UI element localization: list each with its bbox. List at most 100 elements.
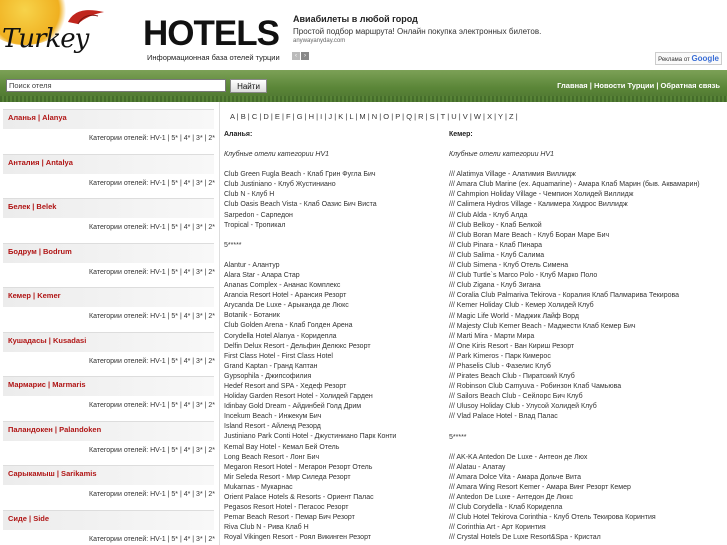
hotel-link[interactable]: /// Club Hotel Tekirova Corinthia - Клуб… — [449, 513, 727, 523]
hotel-link[interactable]: Ananas Complex - Ананас Комплекс — [224, 281, 446, 291]
region-link[interactable]: Анталия | Antalya — [8, 158, 73, 167]
hotel-link[interactable]: /// Calimera Hydros Village - Калимера Х… — [449, 200, 727, 210]
region-link[interactable]: Мармарис | Marmaris — [8, 380, 86, 389]
hotel-link[interactable]: /// Majesty Club Kemer Beach - Маджести … — [449, 322, 727, 332]
region-link[interactable]: Сарыкамыш | Sarikamis — [8, 469, 97, 478]
hotel-link[interactable]: First Class Hotel - First Class Hotel — [224, 352, 446, 362]
region-categories[interactable]: Категории отелей: HV-1 | 5* | 4* | 3* | … — [89, 180, 215, 187]
hotel-link[interactable]: Club N - Клуб Н — [224, 190, 446, 200]
region-link[interactable]: Сиде | Side — [8, 514, 49, 523]
region-link[interactable]: Белек | Belek — [8, 202, 56, 211]
nav-home-link[interactable]: Главная — [557, 81, 588, 90]
hotel-link[interactable]: Tropical - Тропикал — [224, 221, 446, 231]
hotel-link[interactable]: Arycanda De Luxe - Арыканда де Люкс — [224, 301, 446, 311]
region-link[interactable]: Кушадасы | Kusadasi — [8, 336, 86, 345]
hotel-link[interactable]: Justiniano Park Conti Hotel - Джустиниан… — [224, 432, 446, 442]
hotel-link[interactable]: /// Kemer Holiday Club - Кемер Холидей К… — [449, 301, 727, 311]
region-categories[interactable]: Категории отелей: HV-1 | 5* | 4* | 3* | … — [89, 536, 215, 543]
search-button[interactable]: Найти — [230, 79, 267, 93]
hotel-link[interactable]: /// Phaselis Club - Фазелис Клуб — [449, 362, 727, 372]
hotel-link[interactable]: Mukarnas - Мукарнас — [224, 483, 446, 493]
hotel-link[interactable]: /// Magic Life World - Маджик Лайф Ворд — [449, 312, 727, 322]
hotel-link[interactable]: Megaron Resort Hotel - Мегарон Резорт От… — [224, 463, 446, 473]
hotel-link[interactable]: Long Beach Resort - Лонг Бич — [224, 453, 446, 463]
hotel-link[interactable]: Royal Vikingen Resort - Роял Викинген Ре… — [224, 533, 446, 543]
alphabet-index[interactable]: A | B | C | D | E | F | G | H | I | J | … — [230, 112, 518, 121]
search-input[interactable] — [6, 79, 226, 92]
hotel-link[interactable]: /// Sailors Beach Club - Сейлорс Бич Клу… — [449, 392, 727, 402]
hotel-link[interactable]: Idinbay Gold Dream - Айдинбей Голд Дрим — [224, 402, 446, 412]
hotel-link[interactable]: /// Pirates Beach Club - Пиратский Клуб — [449, 372, 727, 382]
hotel-link[interactable]: /// Club Belkoy - Клаб Белкой — [449, 221, 727, 231]
hotel-link[interactable]: Alantur - Алантур — [224, 261, 446, 271]
hotel-link[interactable]: /// One Kiris Resort - Ван Кириш Резорт — [449, 342, 727, 352]
hotel-link[interactable]: Delfin Delux Resort - Дельфин Делюкс Рез… — [224, 342, 446, 352]
hotel-link[interactable]: Club Oasis Beach Vista - Клаб Оазис Бич … — [224, 200, 446, 210]
site-logo[interactable]: Turkey HOTELS Информационная база отелей… — [0, 0, 285, 70]
region-link[interactable]: Аланья | Alanya — [8, 113, 67, 122]
hotel-link[interactable]: Hedef Resort and SPA - Хедеф Резорт — [224, 382, 446, 392]
hotel-link[interactable]: /// Club Simena - Клуб Отель Симена — [449, 261, 727, 271]
hotel-link[interactable]: /// Club Turtle`s Marco Polo - Клуб Марк… — [449, 271, 727, 281]
hotel-link[interactable]: Kemal Bay Hotel - Кемал Бей Отель — [224, 443, 446, 453]
region-categories[interactable]: Категории отелей: HV-1 | 5* | 4* | 3* | … — [89, 224, 215, 231]
region-link[interactable]: Кемер | Kemer — [8, 291, 61, 300]
hotel-link[interactable]: Incekum Beach - Инжекум Бич — [224, 412, 446, 422]
region-categories[interactable]: Категории отелей: HV-1 | 5* | 4* | 3* | … — [89, 491, 215, 498]
region-categories[interactable]: Категории отелей: HV-1 | 5* | 4* | 3* | … — [89, 313, 215, 320]
hotel-link[interactable]: /// Club Alda - Клуб Алда — [449, 211, 727, 221]
hotel-link[interactable]: /// Amara Dolce Vita - Амара Дольче Вита — [449, 473, 727, 483]
hotel-link[interactable]: Holiday Garden Resort Hotel - Холидей Га… — [224, 392, 446, 402]
ad-next-button[interactable]: › — [301, 52, 309, 60]
ads-by-google[interactable]: Реклама от Google — [655, 52, 722, 65]
hotel-link[interactable]: /// Amara Wing Resort Kemer - Амара Винг… — [449, 483, 727, 493]
hotel-link[interactable]: /// Club Corydella - Клаб Коридепла — [449, 503, 727, 513]
hotel-link[interactable]: Island Resort - Айленд Резорд — [224, 422, 446, 432]
hotel-link[interactable]: Alara Star - Алара Стар — [224, 271, 446, 281]
hotel-link[interactable]: /// Corinthia Art - Арт Коринтия — [449, 523, 727, 533]
hotel-link[interactable]: /// Antedon De Luxe - Антедон Де Люкс — [449, 493, 727, 503]
region-categories[interactable]: Категории отелей: HV-1 | 5* | 4* | 3* | … — [89, 269, 215, 276]
region-categories[interactable]: Категории отелей: HV-1 | 5* | 4* | 3* | … — [89, 402, 215, 409]
hotel-link[interactable]: /// Marti Mira - Марти Мира — [449, 332, 727, 342]
hotel-link[interactable]: /// AK-KA Antedon De Luxe - Антеон де Лю… — [449, 453, 727, 463]
hotel-link[interactable]: /// Club Salima - Клуб Салима — [449, 251, 727, 261]
hotel-link[interactable]: /// Robinson Club Camyuva - Робинзон Кла… — [449, 382, 727, 392]
hotel-link[interactable]: /// Club Boran Mare Beach - Клуб Боран М… — [449, 231, 727, 241]
nav-news-link[interactable]: Новости Турции — [594, 81, 654, 90]
hotel-link[interactable]: /// Vlad Palace Hotel - Влад Палас — [449, 412, 727, 422]
hotel-link[interactable]: Club Green Fugla Beach - Клаб Грин Фугла… — [224, 170, 446, 180]
hotel-link[interactable]: Arancia Resort Hotel - Арансия Резорт — [224, 291, 446, 301]
hotel-link[interactable]: /// Cahmpion Holiday Village - Чемпион Х… — [449, 190, 727, 200]
ad-prev-button[interactable]: ‹ — [292, 52, 300, 60]
hotel-link[interactable]: Botanik - Ботаник — [224, 311, 446, 321]
hotel-link[interactable]: Sarpedon - Сарпедон — [224, 211, 446, 221]
hotel-link[interactable]: Gypsophila - Джипсофилия — [224, 372, 446, 382]
region-link[interactable]: Бодрум | Bodrum — [8, 247, 72, 256]
nav-feedback-link[interactable]: Обратная связь — [661, 81, 720, 90]
hotel-link[interactable]: /// Club Pinara - Клаб Пинара — [449, 241, 727, 251]
region-link[interactable]: Паландокен | Palandoken — [8, 425, 101, 434]
hotel-link[interactable]: Pegasos Resort Hotel - Пегасос Резорт — [224, 503, 446, 513]
hotel-link[interactable]: /// Ulusoy Holiday Club - Улусой Холидей… — [449, 402, 727, 412]
hotel-link[interactable]: /// Club Ziganа - Клуб Зигана — [449, 281, 727, 291]
hotel-link[interactable]: /// Crystal Hotels De Luxe Resort&Spa - … — [449, 533, 727, 543]
hotel-link[interactable]: /// Alatau - Алатау — [449, 463, 727, 473]
ad-url[interactable]: anywayanyday.com — [293, 38, 345, 44]
region-categories[interactable]: Категории отелей: HV-1 | 5* | 4* | 3* | … — [89, 358, 215, 365]
hotel-link[interactable]: Orient Palace Hotels & Resorts - Ориент … — [224, 493, 446, 503]
region-categories[interactable]: Категории отелей: HV-1 | 5* | 4* | 3* | … — [89, 135, 215, 142]
hotel-link[interactable]: Mir Seleda Resort - Мир Силеда Резорт — [224, 473, 446, 483]
hotel-link[interactable]: Corydella Hotel Alanya - Коридепла — [224, 332, 446, 342]
hotel-link[interactable]: Riva Club N - Рива Клаб Н — [224, 523, 446, 533]
hotel-link[interactable]: Club Golden Arena - Клаб Голден Арена — [224, 321, 446, 331]
hotel-link[interactable]: /// Amara Club Marine (ex. Aquamarine) -… — [449, 180, 727, 190]
hotel-link[interactable]: Club Justiniano - Клуб Жустиниано — [224, 180, 446, 190]
hotel-link[interactable]: Pemar Beach Resort - Пемар Бич Резорт — [224, 513, 446, 523]
hotel-link[interactable]: /// Coralia Club Palmariva Tekirova - Ко… — [449, 291, 727, 301]
hotel-link[interactable]: /// Alatimya Village - Алатимия Виллидж — [449, 170, 727, 180]
region-categories[interactable]: Категории отелей: HV-1 | 5* | 4* | 3* | … — [89, 447, 215, 454]
ad-title[interactable]: Авиабилеты в любой город — [293, 14, 418, 24]
hotel-link[interactable]: /// Park Kimeros - Парк Кимерос — [449, 352, 727, 362]
ad-banner[interactable]: Авиабилеты в любой город Простой подбор … — [290, 10, 724, 65]
